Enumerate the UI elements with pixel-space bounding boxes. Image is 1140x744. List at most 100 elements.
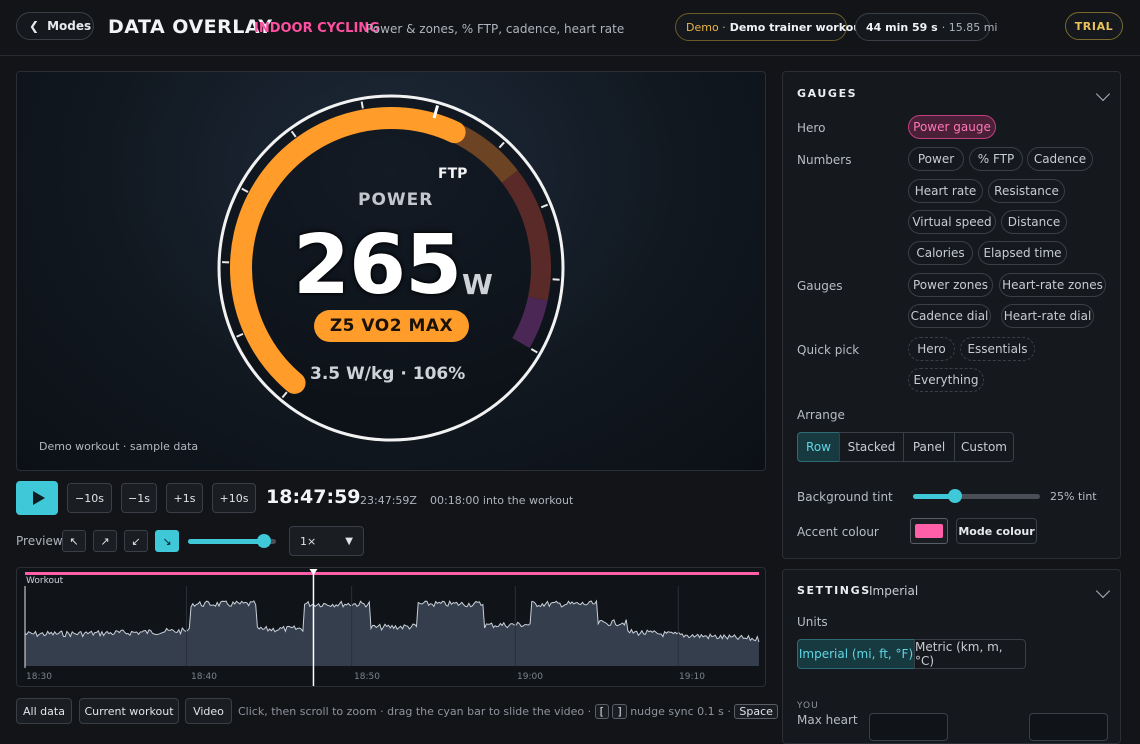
ftp-marker-label: FTP	[438, 166, 467, 182]
workout-summary-badge: 44 min 59 s · 15.85 mi	[855, 13, 990, 41]
local-clock: 18:47:59	[266, 486, 361, 508]
current-workout-button[interactable]: Current workout	[79, 698, 179, 724]
mode-colour-button[interactable]: Mode colour	[956, 518, 1037, 544]
units-metric-button[interactable]: Metric (km, m, °C)	[914, 639, 1026, 669]
timeline-tick: 19:10	[679, 672, 705, 682]
background-tint-handle[interactable]	[948, 489, 962, 503]
chip-virtual-speed[interactable]: Virtual speed	[908, 210, 996, 234]
workout-timeline[interactable]: Workout 18:30 18:40 18:50 19:00 19:10	[16, 567, 766, 687]
accent-colour-label: Accent colour	[797, 525, 879, 539]
arrange-stacked-button[interactable]: Stacked	[839, 432, 904, 462]
arrange-custom-button[interactable]: Custom	[954, 432, 1014, 462]
play-icon	[33, 491, 45, 505]
max-heart-label: Max heart	[797, 713, 858, 727]
video-sync-bar	[25, 572, 759, 575]
gauges-panel: GAUGES Hero Power gauge Numbers Power % …	[782, 71, 1121, 559]
preview-top-right-button[interactable]: ↗	[93, 530, 117, 552]
chip-percent-ftp[interactable]: % FTP	[969, 147, 1023, 171]
quick-pick-label: Quick pick	[797, 343, 859, 357]
utc-clock: 23:47:59Z	[360, 494, 417, 507]
video-button[interactable]: Video	[185, 698, 232, 724]
preview-label: Preview	[16, 534, 63, 548]
accent-colour-swatch[interactable]	[910, 518, 948, 544]
background-tint-value: 25% tint	[1050, 490, 1097, 503]
chip-heart-rate-dial[interactable]: Heart-rate dial	[1001, 304, 1094, 328]
mode-description: Power & zones, % FTP, cadence, heart rat…	[366, 22, 624, 36]
stage-caption: Demo workout · sample data	[39, 440, 198, 453]
trial-badge[interactable]: TRIAL	[1065, 12, 1123, 40]
demo-workout-badge[interactable]: Demo · Demo trainer workout	[675, 13, 847, 41]
gauges-label: Gauges	[797, 279, 843, 293]
play-button[interactable]	[16, 481, 58, 515]
you-section-label: YOU	[797, 701, 819, 711]
max-heart-input[interactable]	[869, 713, 948, 741]
preview-top-left-button[interactable]: ↖	[62, 530, 86, 552]
workout-duration: 44 min 59 s	[866, 21, 938, 34]
page-title: DATA OVERLAY	[108, 16, 273, 38]
chip-distance[interactable]: Distance	[1001, 210, 1067, 234]
playback-speed-select[interactable]: 1× ▼	[289, 526, 364, 556]
chip-power-zones[interactable]: Power zones	[908, 273, 993, 297]
chip-quick-everything[interactable]: Everything	[908, 368, 984, 392]
power-trace-area	[25, 601, 759, 666]
numbers-label: Numbers	[797, 153, 851, 167]
chip-heart-rate[interactable]: Heart rate	[908, 179, 983, 203]
help-text: nudge sync 0.1 s ·	[630, 705, 731, 718]
chip-heart-rate-zones[interactable]: Heart-rate zones	[999, 273, 1106, 297]
timeline-tick: 18:30	[26, 672, 52, 682]
key-space: Space	[734, 704, 778, 719]
arrange-panel-button[interactable]: Panel	[903, 432, 955, 462]
key-bracket-close: ]	[612, 704, 626, 719]
gauges-panel-title: GAUGES	[797, 87, 857, 100]
chip-elapsed-time[interactable]: Elapsed time	[978, 241, 1067, 265]
preview-size-fill	[188, 539, 264, 544]
back-to-modes-button[interactable]: ❮ Modes	[16, 12, 94, 40]
demo-name: Demo trainer workout	[730, 21, 867, 34]
preview-size-handle[interactable]	[257, 534, 271, 548]
settings-panel-title: SETTINGS	[797, 584, 871, 597]
background-tint-label: Background tint	[797, 490, 893, 504]
preview-bottom-left-button[interactable]: ↙	[124, 530, 148, 552]
arrange-label: Arrange	[797, 408, 845, 422]
forward-1s-button[interactable]: +1s	[166, 483, 203, 513]
demo-tag: Demo ·	[686, 21, 726, 34]
chip-power[interactable]: Power	[908, 147, 964, 171]
gauge-tick	[362, 102, 363, 109]
zone-badge: Z5 VO2 MAX	[314, 310, 469, 342]
power-trace	[17, 568, 766, 687]
power-value: 265	[293, 218, 461, 313]
video-stage[interactable]: POWER FTP 265 W Z5 VO2 MAX 3.5 W/kg · 10…	[16, 71, 766, 471]
chip-resistance[interactable]: Resistance	[988, 179, 1065, 203]
units-label: Units	[797, 615, 828, 629]
timeline-label: Workout	[26, 576, 63, 586]
back-1s-button[interactable]: −1s	[121, 483, 157, 513]
timeline-tick: 18:40	[191, 672, 217, 682]
timeline-tick: 19:00	[517, 672, 543, 682]
key-bracket-open: [	[595, 704, 609, 719]
chip-quick-essentials[interactable]: Essentials	[960, 337, 1035, 361]
hero-label: Hero	[797, 121, 825, 135]
settings-subtitle: Imperial	[869, 584, 918, 598]
resting-hr-input[interactable]	[1029, 713, 1108, 741]
chip-cadence-dial[interactable]: Cadence dial	[908, 304, 991, 328]
chip-quick-hero[interactable]: Hero	[908, 337, 955, 361]
preview-size-slider[interactable]	[188, 539, 276, 544]
back-10s-button[interactable]: −10s	[67, 483, 112, 513]
chip-calories[interactable]: Calories	[908, 241, 973, 265]
chip-cadence[interactable]: Cadence	[1027, 147, 1093, 171]
chip-power-gauge[interactable]: Power gauge	[908, 115, 996, 139]
gauge-label: POWER	[358, 190, 433, 210]
forward-10s-button[interactable]: +10s	[212, 483, 256, 513]
arrange-row-button[interactable]: Row	[797, 432, 840, 462]
chevron-down-icon[interactable]	[1096, 584, 1110, 598]
background-tint-slider[interactable]	[913, 494, 1040, 499]
preview-bottom-right-button[interactable]: ↘	[155, 530, 179, 552]
chevron-left-icon: ❮	[29, 19, 39, 33]
playback-speed-value: 1×	[300, 535, 316, 548]
timeline-help: Click, then scroll to zoom · drag the cy…	[238, 704, 805, 719]
all-data-button[interactable]: All data	[16, 698, 72, 724]
units-imperial-button[interactable]: Imperial (mi, ft, °F)	[797, 639, 915, 669]
power-detail: 3.5 W/kg · 106%	[310, 364, 465, 384]
chevron-down-icon[interactable]	[1096, 87, 1110, 101]
workout-distance: · 15.85 mi	[942, 21, 998, 34]
